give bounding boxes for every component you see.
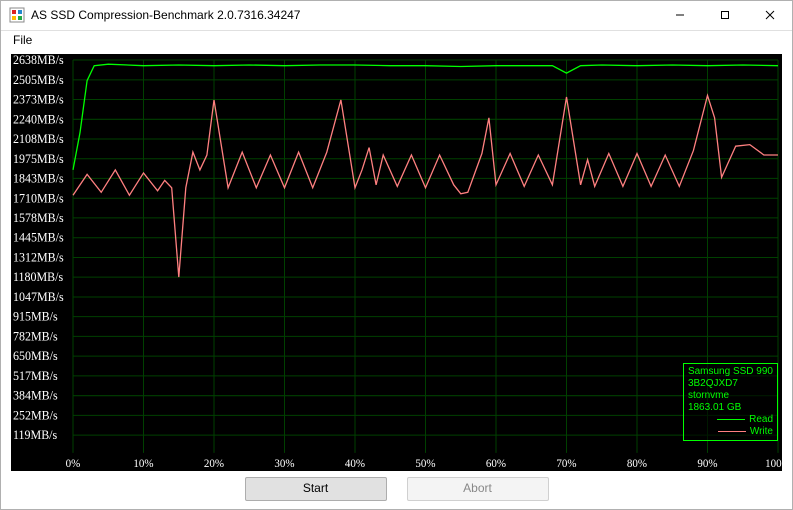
svg-text:70%: 70% [556,457,576,469]
app-window: AS SSD Compression-Benchmark 2.0.7316.34… [0,0,793,510]
svg-text:1843MB/s: 1843MB/s [13,171,64,185]
svg-text:1312MB/s: 1312MB/s [13,250,64,264]
legend-box: Samsung SSD 990 3B2QJXD7 stornvme 1863.0… [683,363,778,441]
chart-canvas: 119MB/s 252MB/s 384MB/s 517MB/s 650MB/s 782MB… [11,54,782,471]
svg-text:1710MB/s: 1710MB/s [13,191,64,205]
svg-text:384MB/s: 384MB/s [13,388,58,402]
svg-text:2373MB/s: 2373MB/s [13,92,64,106]
window-controls [657,1,792,30]
svg-text:50%: 50% [415,457,435,469]
svg-text:10%: 10% [133,457,153,469]
svg-text:1975MB/s: 1975MB/s [13,151,64,165]
svg-text:1047MB/s: 1047MB/s [13,289,64,303]
svg-text:1180MB/s: 1180MB/s [13,270,63,284]
svg-text:2108MB/s: 2108MB/s [13,131,64,145]
legend-driver: stornvme [688,390,773,402]
legend-read-line [717,419,745,420]
abort-button: Abort [407,477,549,501]
start-button[interactable]: Start [245,477,387,501]
svg-text:1445MB/s: 1445MB/s [13,230,64,244]
chart-area: 119MB/s 252MB/s 384MB/s 517MB/s 650MB/s 782MB… [11,54,782,471]
svg-text:0%: 0% [66,457,81,469]
svg-text:782MB/s: 782MB/s [13,329,58,343]
svg-text:40%: 40% [345,457,365,469]
menubar: File [1,31,792,50]
svg-text:2638MB/s: 2638MB/s [13,54,64,67]
titlebar: AS SSD Compression-Benchmark 2.0.7316.34… [1,1,792,31]
close-button[interactable] [747,1,792,30]
legend-write-line [718,431,746,432]
app-icon [9,7,25,23]
svg-text:517MB/s: 517MB/s [13,368,58,382]
maximize-button[interactable] [702,1,747,30]
legend-read-row: Read [688,414,773,426]
bottom-bar: Start Abort [1,475,792,510]
legend-write-row: Write [688,426,773,438]
window-title: AS SSD Compression-Benchmark 2.0.7316.34… [31,8,657,22]
svg-text:60%: 60% [486,457,506,469]
legend-device: Samsung SSD 990 [688,366,773,378]
svg-text:252MB/s: 252MB/s [13,408,58,422]
svg-text:650MB/s: 650MB/s [13,349,58,363]
legend-write-label: Write [750,426,773,438]
svg-text:100%: 100% [765,457,782,469]
menu-file[interactable]: File [7,31,38,49]
svg-text:2505MB/s: 2505MB/s [13,72,64,86]
svg-text:90%: 90% [697,457,717,469]
svg-text:915MB/s: 915MB/s [13,309,58,323]
svg-text:1578MB/s: 1578MB/s [13,210,64,224]
legend-revision: 3B2QJXD7 [688,378,773,390]
svg-text:80%: 80% [627,457,647,469]
legend-capacity: 1863.01 GB [688,402,773,414]
svg-text:20%: 20% [204,457,224,469]
minimize-button[interactable] [657,1,702,30]
legend-read-label: Read [749,414,773,426]
svg-text:119MB/s: 119MB/s [13,428,58,442]
svg-text:30%: 30% [274,457,294,469]
svg-text:2240MB/s: 2240MB/s [13,112,64,126]
